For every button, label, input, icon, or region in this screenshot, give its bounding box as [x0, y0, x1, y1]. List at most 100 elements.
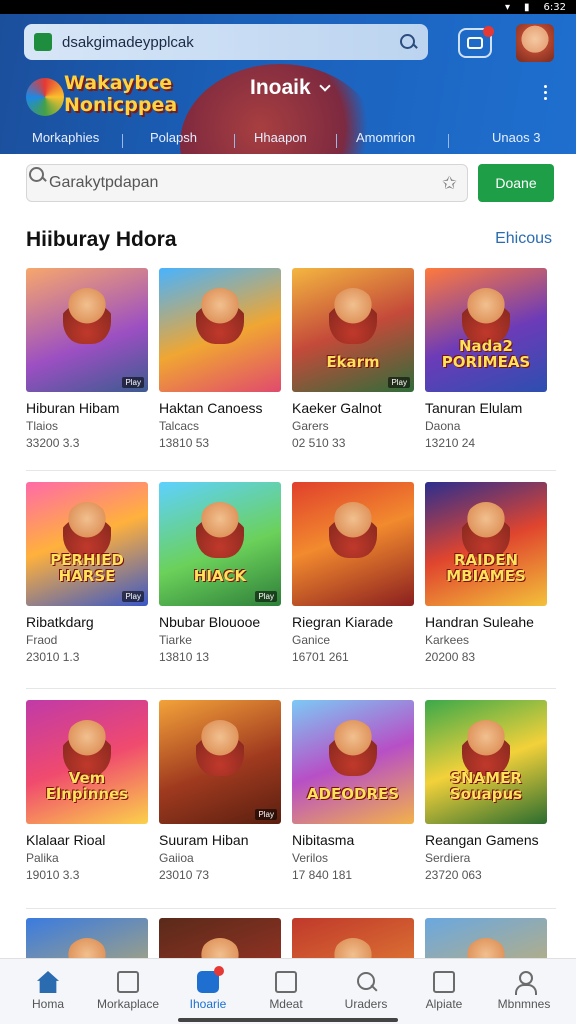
character-art — [329, 502, 377, 558]
chevron-down-icon — [319, 80, 331, 92]
card-title[interactable]: Handran Suleahe — [425, 614, 547, 630]
card-title[interactable]: Riegran Kiarade — [292, 614, 414, 630]
row-divider — [26, 470, 556, 471]
category-tab[interactable]: Morkaphies — [32, 130, 99, 145]
card-meta: 16701 261 — [292, 650, 349, 664]
card-title[interactable]: Nbubar Blouooe — [159, 614, 281, 630]
card-title[interactable]: Klalaar Rioal — [26, 832, 148, 848]
card-meta: 33200 3.3 — [26, 436, 80, 450]
star-icon[interactable]: ✩ — [442, 173, 457, 194]
card-meta: 23010 1.3 — [26, 650, 80, 664]
search-button[interactable]: Doane — [478, 164, 554, 202]
game-thumbnail[interactable]: PERHIED HARSE Play — [26, 482, 148, 606]
game-card[interactable]: PERHIED HARSE Play Ribatkdarg Fraod 23010 1.… — [26, 482, 148, 664]
nav-item[interactable]: Uraders — [326, 959, 406, 1024]
card-title[interactable]: Nibitasma — [292, 832, 414, 848]
avatar[interactable] — [516, 24, 554, 62]
game-thumbnail[interactable]: ADEODRES — [292, 700, 414, 824]
thumbnail-title: RAIDEN MBIAMES — [446, 551, 526, 585]
game-thumbnail[interactable]: RAIDEN MBIAMES — [425, 482, 547, 606]
game-card[interactable]: Play Hiburan Hibam Tlaios 33200 3.3 — [26, 268, 148, 450]
card-title[interactable]: Hiburan Hibam — [26, 400, 148, 416]
game-card[interactable]: ADEODRES Nibitasma Verilos 17 840 181 — [292, 700, 414, 882]
card-title[interactable]: Haktan Canoess — [159, 400, 281, 416]
category-tab[interactable]: Unaos 3 — [492, 130, 540, 145]
game-thumbnail[interactable]: Play — [26, 268, 148, 392]
section-switcher[interactable]: Inoaik — [250, 76, 331, 100]
divider — [234, 134, 235, 148]
section-switcher-label: Inoaik — [250, 76, 311, 99]
battery-icon: ▮ — [524, 1, 530, 13]
character-art — [462, 288, 510, 344]
nav-item[interactable]: Mbnmnes — [484, 959, 564, 1024]
more-options-icon[interactable] — [538, 82, 552, 104]
signal-icon: ▾ — [504, 1, 511, 13]
card-title[interactable]: Ribatkdarg — [26, 614, 148, 630]
home-indicator — [178, 1018, 398, 1022]
character-art — [329, 288, 377, 344]
nav-item[interactable]: Homa — [8, 959, 88, 1024]
character-art — [196, 288, 244, 344]
see-all-link[interactable]: Ehicous — [495, 230, 552, 248]
game-card[interactable]: HIACK Play Nbubar Blouooe Tiarke 13810 13 — [159, 482, 281, 664]
game-card[interactable]: SNAMER Souapus Reangan Gamens Serdiera 2372… — [425, 700, 547, 882]
notification-icon — [467, 37, 483, 49]
game-thumbnail[interactable]: HIACK Play — [159, 482, 281, 606]
search-input[interactable]: Garakytpdapan — [49, 174, 442, 192]
card-title[interactable]: Kaeker Galnot — [292, 400, 414, 416]
row-divider — [26, 688, 556, 689]
thumbnail-title: Vem Elnpinnes — [45, 769, 129, 803]
category-tab[interactable]: Amomrion — [356, 130, 415, 145]
card-title[interactable]: Reangan Gamens — [425, 832, 547, 848]
search-icon[interactable] — [398, 32, 418, 52]
card-sub: Palika — [26, 851, 59, 865]
game-card[interactable]: Ekarm Play Kaeker Galnot Garers 02 510 33 — [292, 268, 414, 450]
divider — [336, 134, 337, 148]
game-thumbnail[interactable] — [159, 268, 281, 392]
divider — [122, 134, 123, 148]
nav-label: Mbnmnes — [497, 997, 551, 1011]
nav-label: Uraders — [344, 997, 388, 1011]
card-meta: 20200 83 — [425, 650, 476, 664]
game-card[interactable]: RAIDEN MBIAMES Handran Suleahe Karkees 2020… — [425, 482, 547, 664]
card-sub: Gaiioa — [159, 851, 194, 865]
game-thumbnail[interactable]: Vem Elnpinnes — [26, 700, 148, 824]
divider — [448, 134, 449, 148]
card-sub: Fraod — [26, 633, 58, 647]
game-card[interactable]: Vem Elnpinnes Klalaar Rioal Palika 19010 3.… — [26, 700, 148, 882]
card-title[interactable]: Tanuran Elulam — [425, 400, 547, 416]
nav-item[interactable]: Alpiate — [404, 959, 484, 1024]
category-tab[interactable]: Polapsh — [150, 130, 197, 145]
thumbnail-title: ADEODRES — [306, 785, 400, 803]
game-thumbnail[interactable]: Play — [159, 700, 281, 824]
nav-item[interactable]: Mdeat — [246, 959, 326, 1024]
game-card[interactable]: Haktan Canoess Talcacs 13810 53 — [159, 268, 281, 450]
game-thumbnail[interactable]: SNAMER Souapus — [425, 700, 547, 824]
game-card[interactable]: Riegran Kiarade Ganice 16701 261 — [292, 482, 414, 664]
category-tab[interactable]: Hhaapon — [254, 130, 307, 145]
thumbnail-title: PERHIED HARSE — [50, 551, 124, 585]
character-art — [196, 720, 244, 776]
thumbnail-tag: Play — [388, 377, 410, 388]
logo-text: Wakaybce Nonicppea — [64, 72, 178, 116]
nav-label: Homa — [31, 997, 64, 1011]
card-sub: Tlaios — [26, 419, 59, 433]
game-card[interactable]: Nada2 PORIMEAS Tanuran Elulam Daona 13210 2… — [425, 268, 547, 450]
bag-icon — [275, 971, 297, 993]
game-thumbnail[interactable]: Nada2 PORIMEAS — [425, 268, 547, 392]
nav-item[interactable]: Morkaplace — [88, 959, 168, 1024]
nav-item[interactable]: Ihoarie — [168, 959, 248, 1024]
game-thumbnail[interactable]: Ekarm Play — [292, 268, 414, 392]
card-title[interactable]: Suuram Hiban — [159, 832, 281, 848]
app-logo[interactable]: Wakaybce Nonicppea — [24, 72, 200, 128]
notifications-button[interactable] — [458, 26, 494, 58]
card-meta: 17 840 181 — [292, 868, 353, 882]
game-card[interactable]: Play Suuram Hiban Gaiioa 23010 73 — [159, 700, 281, 882]
card-meta: 13210 24 — [425, 436, 476, 450]
nav-label: Alpiate — [425, 997, 463, 1011]
game-thumbnail[interactable] — [292, 482, 414, 606]
address-text[interactable]: dsakgimadeypplcak — [62, 34, 398, 51]
search-field[interactable]: Garakytpdapan ✩ — [26, 164, 468, 202]
thumbnail-tag: Play — [122, 377, 144, 388]
address-bar[interactable]: dsakgimadeypplcak — [24, 24, 428, 60]
